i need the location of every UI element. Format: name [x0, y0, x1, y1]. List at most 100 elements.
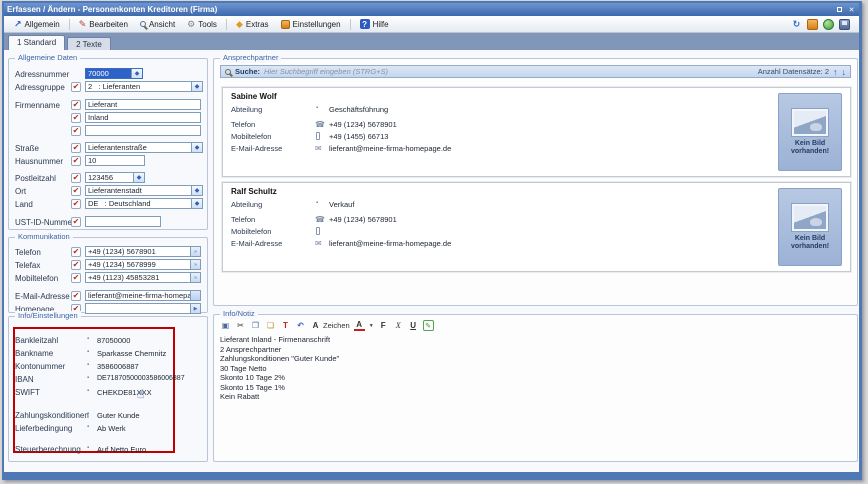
- field-value: Lieferantenstraße: [86, 143, 191, 152]
- field-label: Ort: [15, 187, 26, 196]
- underline-icon[interactable]: U: [408, 320, 419, 331]
- dial-button[interactable]: »: [190, 273, 200, 282]
- menu-ansicht[interactable]: Ansicht: [135, 19, 180, 30]
- contact-value: lieferant@meine-firma-homepage.de: [329, 239, 451, 248]
- tab-texte[interactable]: 2 Texte: [67, 37, 111, 50]
- cut-icon[interactable]: ✂: [235, 320, 246, 331]
- telefax-input[interactable]: +49 (1234) 5678999 »: [85, 259, 201, 270]
- checkbox-checked[interactable]: ✔: [71, 126, 81, 136]
- next-record-icon[interactable]: ↓: [842, 67, 847, 77]
- contact-card[interactable]: Sabine Wolf Abteilung ▪ Geschäftsführung…: [222, 87, 851, 177]
- menu-hilfe[interactable]: ? Hilfe: [355, 18, 394, 30]
- field-row-telefax: Telefax ✔ +49 (1234) 5678999 »: [9, 259, 207, 271]
- adressnummer-input[interactable]: 70000 ◆: [85, 68, 143, 79]
- no-image-text: vorhanden!: [791, 243, 829, 250]
- info-label: SWIFT: [15, 388, 40, 397]
- mobile-phone-icon: [316, 227, 320, 235]
- menu-label: Bearbeiten: [89, 20, 128, 29]
- info-label: Lieferbedingung: [15, 424, 72, 433]
- checkbox-checked[interactable]: ✔: [71, 173, 81, 183]
- mobiltelefon-input[interactable]: +49 (1123) 45853281 »: [85, 272, 201, 283]
- sync-icon[interactable]: ↻: [791, 19, 802, 30]
- ort-dropdown[interactable]: Lieferantenstadt ◆: [85, 185, 203, 196]
- contact-search-bar[interactable]: Suche: Hier Suchbegriff eingeben (STRG+S…: [220, 65, 851, 78]
- checkbox-checked[interactable]: ✔: [71, 217, 81, 227]
- checkbox-checked[interactable]: ✔: [71, 199, 81, 209]
- contact-label: Abteilung: [231, 200, 262, 209]
- edit-note-icon[interactable]: ✎: [423, 320, 434, 331]
- contact-card[interactable]: Ralf Schultz Abteilung ▪ Verkauf Telefon…: [222, 182, 851, 272]
- dropdown-icon[interactable]: ◆: [191, 143, 202, 152]
- checkbox-checked[interactable]: ✔: [71, 273, 81, 283]
- firmenname-input-2[interactable]: Inland: [85, 112, 201, 123]
- restore-window-icon[interactable]: [835, 5, 844, 14]
- firmenname-input-1[interactable]: Lieferant: [85, 99, 201, 110]
- checkbox-checked[interactable]: ✔: [71, 100, 81, 110]
- no-image-placeholder[interactable]: Kein Bild vorhanden!: [778, 93, 842, 171]
- font-icon[interactable]: A: [310, 320, 321, 331]
- no-image-placeholder[interactable]: Kein Bild vorhanden!: [778, 188, 842, 266]
- image-icon[interactable]: ▣: [220, 320, 231, 331]
- checkbox-checked[interactable]: ✔: [71, 113, 81, 123]
- info-value: Sparkasse Chemnitz: [97, 349, 166, 358]
- briefcase-icon[interactable]: [807, 19, 818, 30]
- field-row-telefon: Telefon ✔ +49 (1234) 5678901 »: [9, 246, 207, 258]
- adressgruppe-dropdown[interactable]: 2 : Lieferanten ◆: [85, 81, 203, 92]
- land-dropdown[interactable]: DE : Deutschland ◆: [85, 198, 203, 209]
- dial-button[interactable]: »: [190, 260, 200, 269]
- dropdown-icon[interactable]: ◆: [191, 82, 202, 91]
- menu-allgemein[interactable]: ↗ Allgemein: [9, 19, 65, 30]
- prev-record-icon[interactable]: ↑: [833, 67, 838, 77]
- field-label: UST-ID-Nummer: [15, 218, 75, 227]
- field-row-ustid: UST-ID-Nummer ✔: [9, 216, 207, 228]
- spinner-icon[interactable]: ◆: [133, 173, 144, 182]
- menu-bearbeiten[interactable]: ✎ Bearbeiten: [74, 19, 133, 30]
- ustid-input[interactable]: [85, 216, 161, 227]
- dropdown-icon[interactable]: ◆: [191, 199, 202, 208]
- checkbox-checked[interactable]: ✔: [71, 186, 81, 196]
- contact-name: Sabine Wolf: [231, 92, 277, 101]
- spinner-icon[interactable]: ◆: [131, 69, 142, 78]
- menu-label: Hilfe: [373, 20, 389, 29]
- homepage-input[interactable]: ▶: [85, 303, 201, 314]
- notiz-textarea[interactable]: Lieferant Inland - Firmenanschrift 2 Ans…: [220, 335, 851, 457]
- settings-icon: [281, 20, 290, 29]
- firmenname-input-3[interactable]: [85, 125, 201, 136]
- telefon-input[interactable]: +49 (1234) 5678901 »: [85, 246, 201, 257]
- menu-einstellungen[interactable]: Einstellungen: [276, 19, 346, 30]
- tab-standard[interactable]: 1 Standard: [8, 35, 65, 50]
- format-text-icon[interactable]: T: [280, 320, 291, 331]
- field-value: [86, 126, 200, 135]
- notiz-toolbar: ▣ ✂ ❐ ❏ T ↶ A Zeichen A ▼ F X U ✎: [218, 319, 853, 332]
- search-placeholder: Hier Suchbegriff eingeben (STRG+S): [264, 67, 388, 76]
- group-kommunikation: Kommunikation Telefon ✔ +49 (1234) 56789…: [8, 237, 208, 313]
- italic-icon[interactable]: X: [393, 320, 404, 331]
- postleitzahl-input[interactable]: 123456 ◆: [85, 172, 145, 183]
- copy-icon[interactable]: ❐: [250, 320, 261, 331]
- hausnummer-input[interactable]: 10: [85, 155, 145, 166]
- checkbox-checked[interactable]: ✔: [71, 247, 81, 257]
- dial-button[interactable]: »: [190, 247, 200, 256]
- close-window-icon[interactable]: ✕: [847, 5, 856, 14]
- font-color-icon[interactable]: A: [354, 321, 365, 331]
- menu-extras[interactable]: ◆ Extras: [231, 19, 274, 30]
- dropdown-icon[interactable]: ◆: [191, 186, 202, 195]
- checkbox-checked[interactable]: ✔: [71, 291, 81, 301]
- go-button[interactable]: ▶: [190, 304, 200, 313]
- menu-tools[interactable]: ⚙ Tools: [182, 19, 222, 30]
- extras-icon: ◆: [236, 20, 243, 29]
- paste-icon[interactable]: ❏: [265, 320, 276, 331]
- mail-button[interactable]: [190, 291, 200, 300]
- strasse-dropdown[interactable]: Lieferantenstraße ◆: [85, 142, 203, 153]
- globe-icon[interactable]: [823, 19, 834, 30]
- save-icon[interactable]: [839, 19, 850, 30]
- checkbox-checked[interactable]: ✔: [71, 82, 81, 92]
- checkbox-checked[interactable]: ✔: [71, 156, 81, 166]
- tab-strip: 1 Standard 2 Texte: [4, 33, 859, 50]
- undo-icon[interactable]: ↶: [295, 320, 306, 331]
- checkbox-checked[interactable]: ✔: [71, 260, 81, 270]
- email-input[interactable]: lieferant@meine-firma-homepage.de: [85, 290, 201, 301]
- bold-icon[interactable]: F: [378, 320, 389, 331]
- checkbox-checked[interactable]: ✔: [71, 143, 81, 153]
- chevron-down-icon[interactable]: ▼: [369, 323, 374, 329]
